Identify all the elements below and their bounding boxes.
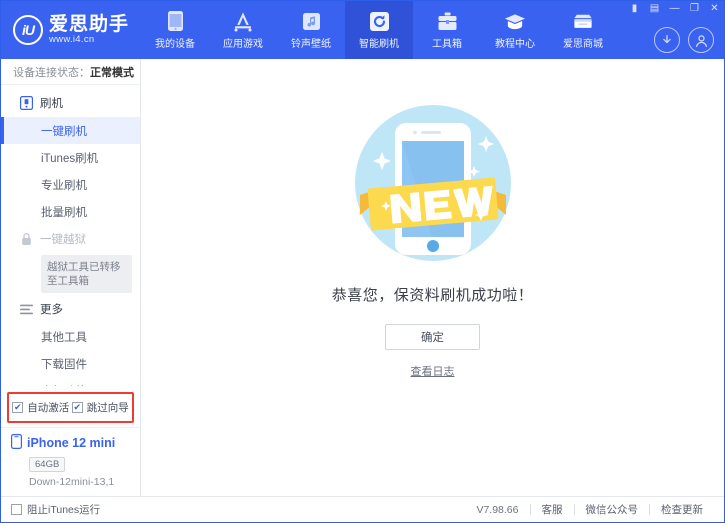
application-window: iU 爱思助手 www.i4.cn 我的设备 应用游戏 — [0, 0, 725, 523]
minimize-icon[interactable]: — — [669, 3, 680, 14]
close-icon[interactable]: ✕ — [709, 3, 720, 14]
sidebar-item-label: 一键刷机 — [41, 123, 87, 139]
lock-icon — [19, 232, 33, 246]
menu-icon[interactable]: ▤ — [649, 3, 660, 14]
sidebar-item-one-key-flash[interactable]: 一键刷机 — [1, 117, 140, 144]
checkbox-box[interactable]: ✔ — [72, 402, 83, 413]
skin-icon[interactable]: ▮ — [629, 3, 640, 14]
appstore-icon — [232, 10, 254, 32]
sidebar-item-batch-flash[interactable]: 批量刷机 — [1, 198, 140, 225]
nav-label: 工具箱 — [432, 35, 462, 50]
new-badge-phone-illustration — [333, 91, 533, 276]
sidebar-item-label: 下载固件 — [41, 356, 87, 372]
nav-item-tutorial-center[interactable]: 教程中心 — [481, 1, 549, 59]
sidebar-item-label: iTunes刷机 — [41, 150, 98, 166]
check-update-link[interactable]: 检查更新 — [650, 502, 714, 517]
phone-small-icon — [11, 434, 22, 452]
sidebar-section-label: 更多 — [40, 301, 63, 317]
sidebar: 设备连接状态：正常模式 刷机 一键刷机 iTunes刷机 专业刷机 — [1, 59, 141, 496]
logo-mark-icon: iU — [13, 15, 43, 45]
sidebar-menu: 刷机 一键刷机 iTunes刷机 专业刷机 批量刷机 — [1, 85, 140, 386]
version-label: V7.98.66 — [465, 504, 529, 516]
device-capacity-badge: 64GB — [29, 457, 65, 472]
checkbox-label: 跳过向导 — [87, 400, 129, 415]
device-flash-icon — [19, 96, 33, 110]
refresh-icon — [368, 10, 390, 32]
nav-item-smart-flash[interactable]: 智能刷机 — [345, 1, 413, 59]
toolbox-icon — [436, 10, 458, 32]
music-icon — [300, 10, 322, 32]
sidebar-item-label: 高级功能 — [41, 383, 87, 386]
sidebar-item-label: 专业刷机 — [41, 177, 87, 193]
connection-label: 设备连接状态： — [13, 64, 90, 80]
logo-text: 爱思助手 www.i4.cn — [49, 15, 129, 45]
device-connection-status: 设备连接状态：正常模式 — [1, 59, 140, 85]
sidebar-section-label: 一键越狱 — [40, 231, 86, 247]
nav-label: 铃声壁纸 — [291, 35, 331, 50]
maximize-icon[interactable]: ❐ — [689, 3, 700, 14]
header-actions — [654, 27, 714, 53]
connection-value: 正常模式 — [90, 64, 134, 80]
sidebar-item-other-tools[interactable]: 其他工具 — [1, 323, 140, 350]
sidebar-section-flash: 刷机 — [1, 89, 140, 117]
download-icon[interactable] — [654, 27, 680, 53]
sidebar-item-itunes-flash[interactable]: iTunes刷机 — [1, 144, 140, 171]
sidebar-item-advanced-features[interactable]: 高级功能 — [1, 377, 140, 386]
account-icon[interactable] — [688, 27, 714, 53]
sidebar-section-more: 更多 — [1, 295, 140, 323]
checkbox-skip-wizard[interactable]: ✔ 跳过向导 — [72, 400, 129, 415]
checkbox-box[interactable] — [11, 504, 22, 515]
nav-label: 爱思商城 — [563, 35, 603, 50]
nav-item-apps-games[interactable]: 应用游戏 — [209, 1, 277, 59]
sidebar-section-jailbreak: 一键越狱 — [1, 225, 140, 253]
graduation-cap-icon — [504, 10, 526, 32]
main-navigation: 我的设备 应用游戏 铃声壁纸 智能刷机 — [141, 1, 617, 59]
shop-icon — [572, 10, 594, 32]
sidebar-item-pro-flash[interactable]: 专业刷机 — [1, 171, 140, 198]
nav-label: 应用游戏 — [223, 35, 263, 50]
app-logo: iU 爱思助手 www.i4.cn — [1, 15, 141, 45]
success-message: 恭喜您，保资料刷机成功啦！ — [332, 284, 534, 305]
checkbox-label: 阻止iTunes运行 — [27, 502, 100, 517]
flash-options-highlight: ✔ 自动激活 ✔ 跳过向导 — [7, 392, 134, 423]
checkbox-block-itunes[interactable]: 阻止iTunes运行 — [11, 502, 100, 517]
sidebar-item-download-firmware[interactable]: 下载固件 — [1, 350, 140, 377]
sidebar-section-label: 刷机 — [40, 95, 63, 111]
logo-title: 爱思助手 — [49, 15, 129, 35]
status-bar-links: V7.98.66 客服 微信公众号 检查更新 — [465, 502, 714, 517]
list-icon — [19, 302, 33, 316]
checkbox-label: 自动激活 — [27, 400, 69, 415]
phone-icon — [164, 10, 186, 32]
main-panel: 恭喜您，保资料刷机成功啦！ 确定 查看日志 — [141, 59, 724, 496]
confirm-button[interactable]: 确定 — [385, 324, 480, 350]
header-bar: iU 爱思助手 www.i4.cn 我的设备 应用游戏 — [1, 1, 724, 59]
view-log-link[interactable]: 查看日志 — [411, 363, 455, 379]
customer-service-link[interactable]: 客服 — [531, 502, 574, 517]
nav-label: 智能刷机 — [359, 35, 399, 50]
sidebar-item-label: 批量刷机 — [41, 204, 87, 220]
nav-item-store[interactable]: 爱思商城 — [549, 1, 617, 59]
wechat-official-link[interactable]: 微信公众号 — [575, 502, 650, 517]
nav-item-my-device[interactable]: 我的设备 — [141, 1, 209, 59]
nav-item-ringtones-wallpapers[interactable]: 铃声壁纸 — [277, 1, 345, 59]
jailbreak-moved-tip: 越狱工具已转移至工具箱 — [41, 255, 132, 293]
nav-item-toolbox[interactable]: 工具箱 — [413, 1, 481, 59]
nav-label: 教程中心 — [495, 35, 535, 50]
checkbox-auto-activate[interactable]: ✔ 自动激活 — [12, 400, 69, 415]
device-model: Down-12mini-13,1 — [29, 476, 140, 488]
window-controls: ▮ ▤ — ❐ ✕ — [629, 3, 720, 14]
sidebar-item-label: 其他工具 — [41, 329, 87, 345]
connected-device-info[interactable]: iPhone 12 mini 64GB Down-12mini-13,1 — [1, 427, 140, 496]
checkbox-box[interactable]: ✔ — [12, 402, 23, 413]
content-area: 设备连接状态：正常模式 刷机 一键刷机 iTunes刷机 专业刷机 — [1, 59, 724, 496]
device-name-row: iPhone 12 mini — [11, 434, 140, 452]
device-name: iPhone 12 mini — [27, 436, 115, 450]
status-bar: 阻止iTunes运行 V7.98.66 客服 微信公众号 检查更新 — [1, 496, 724, 522]
nav-label: 我的设备 — [155, 35, 195, 50]
logo-url: www.i4.cn — [49, 35, 129, 45]
